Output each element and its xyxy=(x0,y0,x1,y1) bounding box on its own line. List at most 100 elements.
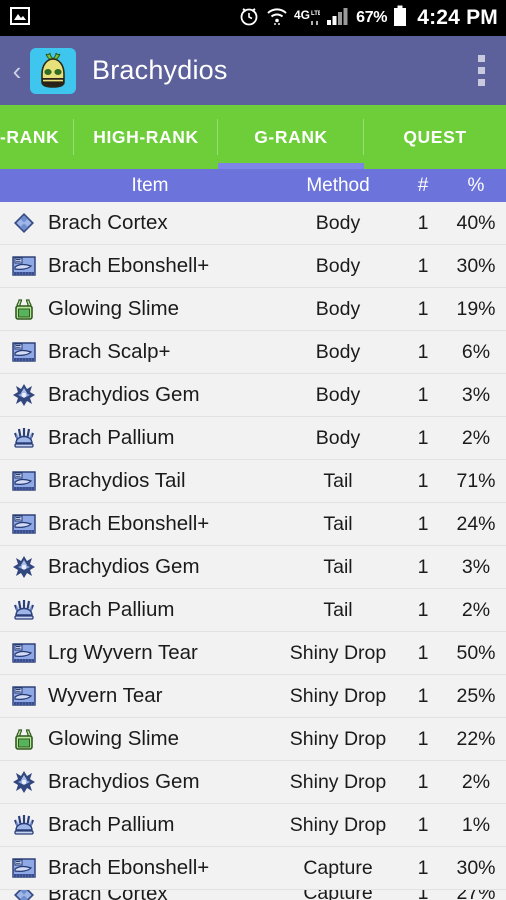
table-row[interactable]: Brach Pallium Tail 1 2% xyxy=(0,589,506,632)
table-row[interactable]: Glowing Slime Shiny Drop 1 22% xyxy=(0,718,506,761)
cell-percent: 40% xyxy=(456,211,496,234)
cell-percent: 25% xyxy=(456,684,496,707)
cell-percent: 3% xyxy=(461,383,491,406)
cell-item: Brach Scalp+ xyxy=(48,340,171,363)
cell-count: 1 xyxy=(417,211,429,234)
header-item: Item xyxy=(131,174,169,196)
tab-label: -RANK xyxy=(0,126,60,147)
cell-item: Brachydios Gem xyxy=(48,383,200,406)
cell-count: 1 xyxy=(417,770,429,793)
carapace-icon xyxy=(0,640,48,666)
cell-item: Brach Ebonshell+ xyxy=(48,512,210,535)
tab-label: HIGH-RANK xyxy=(93,126,199,147)
table-row[interactable]: Brachydios Gem Tail 1 3% xyxy=(0,546,506,589)
battery-icon xyxy=(393,5,407,32)
cell-percent: 19% xyxy=(456,297,496,320)
battery-percent-label: 67% xyxy=(356,9,388,26)
carapace-icon xyxy=(0,511,48,537)
carapace-icon xyxy=(0,339,48,365)
cell-method: Shiny Drop xyxy=(289,813,387,836)
cell-item: Brach Pallium xyxy=(48,598,175,621)
cell-method: Body xyxy=(315,297,361,320)
table-row[interactable]: Brach Ebonshell+ Body 1 30% xyxy=(0,245,506,288)
table-row[interactable]: Brach Pallium Body 1 2% xyxy=(0,417,506,460)
cell-count: 1 xyxy=(400,890,446,900)
cell-item: Brach Ebonshell+ xyxy=(48,254,210,277)
tab-quest[interactable]: QUEST xyxy=(364,105,506,169)
svg-text:4G: 4G xyxy=(294,8,310,22)
table-row[interactable]: Brach Ebonshell+ Capture 1 30% xyxy=(0,847,506,890)
header-method: Method xyxy=(306,174,370,196)
table-row[interactable]: Brach Cortex Body 1 40% xyxy=(0,202,506,245)
cell-item: Brach Cortex xyxy=(48,890,276,900)
cell-count: 1 xyxy=(417,684,429,707)
table-row[interactable]: Lrg Wyvern Tear Shiny Drop 1 50% xyxy=(0,632,506,675)
table-row[interactable]: Brach Scalp+ Body 1 6% xyxy=(0,331,506,374)
cell-count: 1 xyxy=(417,469,429,492)
tab-label: QUEST xyxy=(403,126,467,147)
cell-method: Tail xyxy=(323,555,353,578)
carapace-icon xyxy=(0,468,48,494)
network-4g-lte-icon: 4G LTE xyxy=(294,6,322,31)
tab-bar: -RANK HIGH-RANK G-RANK QUEST xyxy=(0,105,506,169)
cell-item: Glowing Slime xyxy=(48,297,180,320)
clock-label: 4:24 PM xyxy=(417,6,498,29)
cell-item: Brach Pallium xyxy=(48,426,175,449)
signal-bars-icon xyxy=(326,6,350,31)
cell-method: Shiny Drop xyxy=(289,727,387,750)
cell-method: Tail xyxy=(323,469,353,492)
overflow-menu-icon[interactable] xyxy=(470,51,492,91)
table-header: Item Method # % xyxy=(0,169,506,202)
cell-percent: 2% xyxy=(461,770,491,793)
cell-percent: 50% xyxy=(456,641,496,664)
carapace-icon xyxy=(0,683,48,709)
cell-percent: 22% xyxy=(456,727,496,750)
slime-jar-icon xyxy=(0,726,48,752)
header-percent: % xyxy=(467,174,485,196)
table-row[interactable]: Brachydios Tail Tail 1 71% xyxy=(0,460,506,503)
cell-count: 1 xyxy=(417,297,429,320)
table-row[interactable]: Brachydios Gem Body 1 3% xyxy=(0,374,506,417)
carapace-icon xyxy=(0,253,48,279)
table-row[interactable]: Brach Pallium Shiny Drop 1 1% xyxy=(0,804,506,847)
cell-item: Wyvern Tear xyxy=(48,684,163,707)
cell-count: 1 xyxy=(417,727,429,750)
cell-method: Body xyxy=(315,426,361,449)
cell-percent: 71% xyxy=(456,469,496,492)
gem-star-icon xyxy=(0,769,48,795)
table-row[interactable]: Brachydios Gem Shiny Drop 1 2% xyxy=(0,761,506,804)
page-title: Brachydios xyxy=(92,55,228,85)
table-row[interactable]: Glowing Slime Body 1 19% xyxy=(0,288,506,331)
table-row[interactable]: Brach Ebonshell+ Tail 1 24% xyxy=(0,503,506,546)
cell-percent: 2% xyxy=(461,598,491,621)
cell-percent: 3% xyxy=(461,555,491,578)
cell-percent: 24% xyxy=(456,512,496,535)
cell-count: 1 xyxy=(417,813,429,836)
cell-percent: 1% xyxy=(461,813,491,836)
reward-table[interactable]: Brach Cortex Body 1 40% Brach Ebonshell+ Bod… xyxy=(0,202,506,900)
back-chevron-icon[interactable]: ‹ xyxy=(8,58,26,84)
table-row[interactable]: Wyvern Tear Shiny Drop 1 25% xyxy=(0,675,506,718)
brachydios-avatar-icon[interactable] xyxy=(30,47,76,94)
cell-item: Brach Pallium xyxy=(48,813,175,836)
carapace-icon xyxy=(0,855,48,881)
app-bar: ‹ Brachydios xyxy=(0,36,506,105)
cell-count: 1 xyxy=(417,426,429,449)
cell-item: Brachydios Tail xyxy=(48,469,186,492)
cell-item: Glowing Slime xyxy=(48,727,180,750)
cell-percent: 30% xyxy=(456,856,496,879)
tab-low-rank[interactable]: -RANK xyxy=(0,105,74,169)
cell-count: 1 xyxy=(417,555,429,578)
tab-high-rank[interactable]: HIGH-RANK xyxy=(74,105,218,169)
cell-count: 1 xyxy=(417,856,429,879)
table-row[interactable]: Brach CortexCapture127% xyxy=(0,890,506,900)
cell-count: 1 xyxy=(417,254,429,277)
cell-item: Brachydios Gem xyxy=(48,555,200,578)
cell-method: Body xyxy=(315,254,361,277)
cell-method: Body xyxy=(315,340,361,363)
svg-text:LTE: LTE xyxy=(311,11,320,17)
cell-method: Shiny Drop xyxy=(289,770,387,793)
pallium-icon xyxy=(0,812,48,838)
header-count: # xyxy=(417,174,429,196)
tab-g-rank[interactable]: G-RANK xyxy=(218,105,364,169)
